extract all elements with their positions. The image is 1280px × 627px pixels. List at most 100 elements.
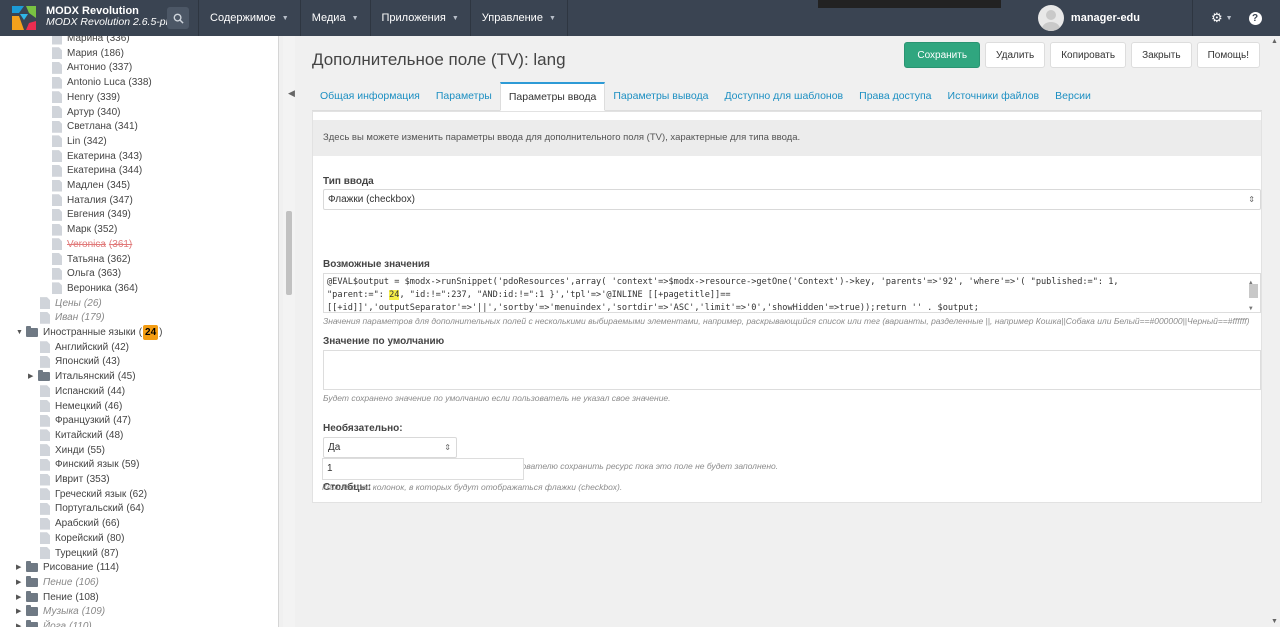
tab-general[interactable]: Общая информация — [312, 82, 428, 111]
tree-item-label: Китайский — [55, 429, 103, 441]
input-type-select[interactable]: Флажки (checkbox) ⇕ — [323, 189, 1261, 210]
collapse-tree-icon[interactable]: ◀ — [288, 88, 295, 99]
scroll-up-icon[interactable]: ▲ — [1271, 38, 1278, 45]
tree-item[interactable]: Екатерина (344) — [52, 163, 142, 178]
tab-output-options[interactable]: Параметры вывода — [605, 82, 716, 111]
expanded-arrow-icon[interactable]: ▼ — [16, 325, 26, 340]
tree-item[interactable]: Испанский (44) — [40, 384, 125, 399]
tree-item-label: Немецкий — [55, 400, 102, 412]
tree-item-id: (66) — [101, 518, 120, 530]
tree-item[interactable]: Хинди (55) — [40, 443, 105, 458]
tree-item[interactable]: Екатерина (343) — [52, 149, 142, 164]
help-icon[interactable]: ? — [1248, 11, 1262, 25]
tree-item[interactable]: Вероника (364) — [52, 281, 138, 296]
collapsed-arrow-icon[interactable]: ▶ — [28, 369, 38, 384]
modx-logo-icon[interactable] — [10, 4, 38, 32]
tree-item[interactable]: Финский язык (59) — [40, 457, 139, 472]
tree-item[interactable]: Турецкий (87) — [40, 546, 119, 561]
tree-item[interactable]: ▼ Иностранные языки (24) — [16, 325, 163, 340]
tree-item[interactable]: Марк (352) — [52, 222, 117, 237]
tree-item[interactable]: Светлана (341) — [52, 119, 138, 134]
main-scrollbar[interactable]: ▲ ▼ — [1268, 36, 1280, 627]
document-icon — [52, 179, 62, 192]
tree-item[interactable]: Мария (186) — [52, 46, 124, 61]
tab-versions[interactable]: Версии — [1047, 82, 1099, 111]
scroll-down-icon[interactable]: ▼ — [1249, 302, 1253, 312]
tree-item[interactable]: Ольга (363) — [52, 266, 121, 281]
scroll-down-icon[interactable]: ▼ — [1271, 618, 1278, 625]
columns-input[interactable]: 1 — [322, 458, 524, 480]
tree-item[interactable]: Цены (26) — [40, 296, 102, 311]
menu-media[interactable]: Медиа ▼ — [299, 0, 370, 36]
tree-item-label: Евгения — [67, 209, 105, 221]
search-button[interactable] — [167, 7, 189, 29]
tree-item[interactable]: Немецкий (46) — [40, 399, 122, 414]
user-menu[interactable]: manager-edu — [1037, 5, 1140, 31]
optional-select[interactable]: Да ⇕ — [323, 437, 457, 458]
optional-label: Необязательно: — [323, 423, 403, 434]
tab-template-access[interactable]: Доступно для шаблонов — [716, 82, 851, 111]
help-button[interactable]: Помощь! — [1196, 42, 1260, 68]
tree-item-label: Йога — [43, 621, 67, 627]
collapsed-arrow-icon[interactable]: ▶ — [16, 604, 26, 619]
tree-item[interactable]: ▶ Музыка (109) — [16, 604, 105, 619]
tree-item[interactable]: Henry (339) — [52, 90, 120, 105]
copy-button[interactable]: Копировать — [1050, 42, 1127, 68]
tree-item[interactable]: Иван (179) — [40, 310, 105, 325]
tab-access-permissions[interactable]: Права доступа — [851, 82, 939, 111]
tree-item[interactable]: Китайский (48) — [40, 428, 123, 443]
tree-item[interactable]: ▶ Рисование (114) — [16, 560, 119, 575]
collapsed-arrow-icon[interactable]: ▶ — [16, 560, 26, 575]
tree-item[interactable]: Английский (42) — [40, 340, 129, 355]
tree-item[interactable]: ▶ Йога (110) — [16, 619, 92, 627]
collapsed-arrow-icon[interactable]: ▶ — [16, 619, 26, 627]
document-icon — [52, 120, 62, 133]
tree-item-label: Мария — [67, 47, 98, 59]
menu-content[interactable]: Содержимое ▼ — [198, 0, 300, 36]
page-title: Дополнительное поле (TV): lang — [312, 50, 566, 69]
gear-icon[interactable]: ⚙ — [1211, 10, 1223, 26]
tree-item[interactable]: Арабский (66) — [40, 516, 120, 531]
possible-values-textarea[interactable]: @EVAL$output = $modx->runSnippet('pdoRes… — [323, 273, 1261, 313]
tree-item[interactable]: Французкий (47) — [40, 413, 131, 428]
save-button[interactable]: Сохранить — [904, 42, 981, 68]
tree-item[interactable]: Antonio Luca (338) — [52, 75, 152, 90]
document-icon — [52, 135, 62, 148]
tree-item[interactable]: Татьяна (362) — [52, 252, 131, 267]
folder-icon — [26, 590, 38, 602]
tree-item[interactable]: Португальский (64) — [40, 501, 144, 516]
tree-item[interactable]: Артур (340) — [52, 105, 121, 120]
tree-item[interactable]: ▶ Пение (106) — [16, 575, 99, 590]
tab-media-sources[interactable]: Источники файлов — [940, 82, 1048, 111]
menu-apps[interactable]: Приложения ▼ — [369, 0, 470, 36]
tree-item[interactable]: Иврит (353) — [40, 472, 110, 487]
document-icon — [40, 429, 50, 442]
tree-item[interactable]: Мадлен (345) — [52, 178, 130, 193]
tree-item[interactable]: Lin (342) — [52, 134, 107, 149]
default-value-textarea[interactable] — [323, 350, 1261, 390]
tree-item[interactable]: Японский (43) — [40, 354, 120, 369]
brand: MODX Revolution MODX Revolution 2.6.5-pl — [46, 6, 168, 28]
code-scrollbar[interactable]: ▲ ▼ — [1249, 276, 1258, 312]
tree-item[interactable]: Антонио (337) — [52, 60, 132, 75]
tree-item[interactable]: Евгения (349) — [52, 207, 131, 222]
tree-item[interactable]: Марина (336) — [52, 36, 130, 46]
tree-item[interactable]: ▶ Пение (108) — [16, 590, 99, 605]
menu-manage[interactable]: Управление ▼ — [469, 0, 568, 36]
collapsed-arrow-icon[interactable]: ▶ — [16, 575, 26, 590]
close-button[interactable]: Закрыть — [1131, 42, 1192, 68]
tab-properties[interactable]: Параметры — [428, 82, 500, 111]
delete-button[interactable]: Удалить — [985, 42, 1046, 68]
collapsed-arrow-icon[interactable]: ▶ — [16, 590, 26, 605]
tab-input-options[interactable]: Параметры ввода — [499, 82, 606, 111]
scrollbar-thumb[interactable] — [286, 211, 292, 295]
tree-scrollbar[interactable] — [283, 36, 295, 627]
tree-item[interactable]: ▶ Итальянский (45) — [28, 369, 136, 384]
tree-item[interactable]: Наталия (347) — [52, 193, 133, 208]
tree-item[interactable]: Veronica (361) — [52, 237, 132, 252]
tree-item[interactable]: Греческий язык (62) — [40, 487, 147, 502]
overlay-strip — [818, 0, 1001, 8]
scrollbar-thumb[interactable] — [1249, 284, 1258, 298]
tree-item[interactable]: Корейский (80) — [40, 531, 124, 546]
tree-item-label: Турецкий — [55, 547, 98, 559]
